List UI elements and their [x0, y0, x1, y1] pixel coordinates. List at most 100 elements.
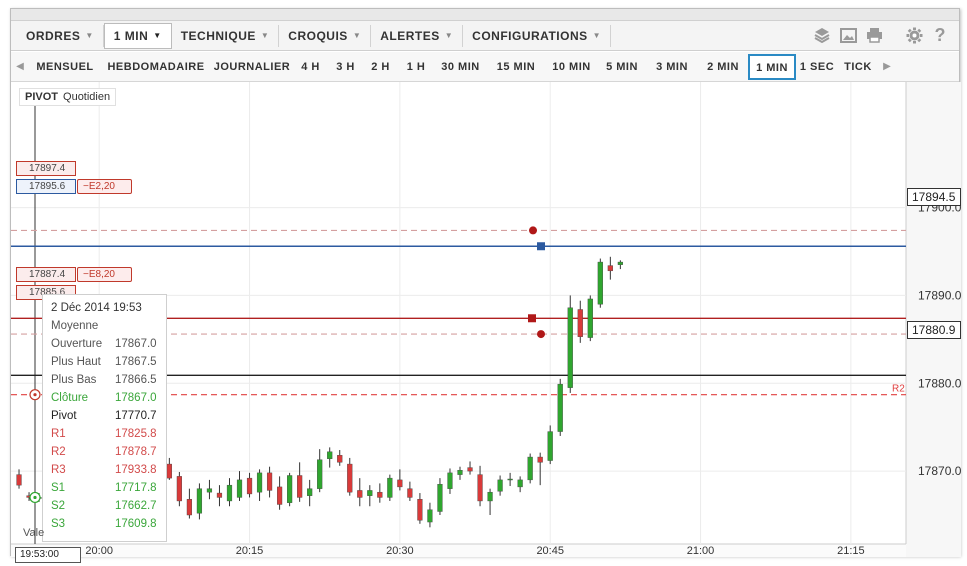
x-tick-label: 20:15: [236, 545, 264, 557]
scroll-left-icon[interactable]: ◀: [11, 52, 29, 81]
candle-down: [577, 309, 583, 337]
candle-down: [347, 463, 353, 493]
menu-label: TECHNIQUE: [180, 28, 256, 43]
candle-up: [256, 472, 263, 493]
level-tag-current[interactable]: 17895.6: [16, 179, 76, 194]
x-tick-label: 20:30: [386, 545, 414, 557]
x-tick-label: 21:15: [837, 545, 865, 557]
candle-up: [457, 470, 463, 475]
pivot-period: Quotidien: [63, 91, 111, 103]
candle-up: [617, 261, 623, 265]
entry-marker: [537, 242, 545, 251]
value-label: Vale: [23, 527, 45, 539]
candle-up: [507, 478, 513, 481]
timeframe-10-min[interactable]: 10 MIN: [545, 54, 598, 80]
timeframe-mensuel[interactable]: MENSUEL: [29, 54, 101, 80]
candle-down: [337, 455, 343, 463]
pivot-marker-close-dot: [33, 495, 37, 500]
chart-area[interactable]: 17900.0 17890.0 17880.0 17870.0 20:00 20:15 20…: [11, 82, 962, 563]
info-row-clôture: Clôture 17867.0: [51, 389, 166, 407]
candle-up: [487, 491, 493, 502]
candle-down: [467, 467, 473, 472]
candle-down: [397, 479, 403, 488]
info-key: Plus Haut: [51, 356, 101, 368]
chevron-down-icon: ▼: [85, 30, 94, 40]
pivot-name: PIVOT: [25, 91, 59, 103]
candle-up: [517, 479, 523, 488]
candle-up: [567, 307, 573, 388]
info-row-r1: R1 17825.8: [51, 425, 166, 443]
chevron-down-icon: ▼: [444, 30, 454, 40]
timeframe-3-h[interactable]: 3 H: [328, 54, 363, 80]
candle-info-panel: 2 Déc 2014 19:53 Moyenne Ouverture 17867.…: [42, 294, 167, 542]
menu-croquis[interactable]: CROQUIS ▼: [279, 24, 372, 47]
order-tag-current[interactable]: −E2,20: [77, 179, 132, 194]
level-tag-mid[interactable]: 17887.4: [16, 267, 76, 282]
timeframe-2-h[interactable]: 2 H: [363, 54, 398, 80]
timeframe-bar: ◀ MENSUEL HEBDOMADAIRE JOURNALIER 4 H3 H2 H…: [11, 52, 959, 82]
candle-down: [417, 499, 423, 521]
info-value: 17866.5: [115, 374, 157, 386]
info-key: Pivot: [51, 410, 77, 422]
info-value: 17867.0: [115, 392, 157, 404]
chevron-down-icon: ▼: [592, 30, 602, 40]
candle-down: [186, 499, 192, 516]
info-row-s1: S1 17717.8: [51, 479, 166, 497]
candle-down: [537, 456, 543, 463]
menu-1-min[interactable]: 1 MIN ▼: [103, 22, 172, 49]
timeframe-30-min[interactable]: 30 MIN: [434, 54, 487, 80]
candle-up: [307, 488, 313, 496]
last-price-label: 17894.5: [907, 188, 961, 206]
candle-down: [246, 477, 253, 495]
scroll-right-icon[interactable]: ▶: [878, 52, 896, 81]
timeframe-3-min[interactable]: 3 MIN: [646, 54, 698, 80]
timeframe-1-h[interactable]: 1 H: [398, 54, 434, 80]
candle-down: [377, 491, 383, 498]
timeframe-2-min[interactable]: 2 MIN: [698, 54, 748, 80]
timeframe-15-min[interactable]: 15 MIN: [487, 54, 545, 80]
candle-up: [196, 488, 203, 514]
layers-icon[interactable]: [813, 25, 831, 45]
timeframe-tick[interactable]: TICK: [838, 54, 878, 80]
info-value: 17867.5: [115, 356, 157, 368]
menu-ordres[interactable]: ORDRES ▼: [17, 24, 104, 47]
info-value: 17878.7: [115, 446, 157, 458]
pivot-indicator-label[interactable]: PIVOT Quotidien: [19, 88, 117, 106]
candle-up: [236, 479, 243, 498]
print-icon[interactable]: [865, 25, 883, 45]
candle-up: [226, 484, 233, 502]
timeframe-hebdomadaire[interactable]: HEBDOMADAIRE: [101, 54, 211, 80]
candle-up: [367, 490, 373, 496]
info-key: Clôture: [51, 392, 89, 404]
info-row-plus-bas: Plus Bas 17866.5: [51, 371, 166, 389]
info-key: R2: [51, 446, 66, 458]
pivot-marker-r2-dot: [33, 393, 37, 397]
help-icon[interactable]: ?: [931, 25, 949, 45]
info-value: 17933.8: [115, 464, 157, 476]
chevron-down-icon: ▼: [153, 30, 162, 40]
info-value: 17867.0: [115, 338, 157, 350]
candle-down: [166, 463, 172, 479]
x-tick-label: 20:45: [536, 545, 564, 557]
menu-label: CONFIGURATIONS: [472, 28, 588, 43]
timeframe-1-min[interactable]: 1 MIN: [748, 53, 796, 80]
timeframe-4-h[interactable]: 4 H: [293, 54, 328, 80]
order-tag-mid[interactable]: −E8,20: [77, 267, 132, 282]
menu-technique[interactable]: TECHNIQUE ▼: [172, 24, 280, 47]
info-value: 17825.8: [115, 428, 157, 440]
candle-down: [277, 486, 283, 505]
info-row-pivot: Pivot 17770.7: [51, 407, 166, 425]
candle-up: [447, 472, 453, 489]
level-tag-dash-top[interactable]: 17897.4: [16, 161, 76, 176]
timeframe-5-min[interactable]: 5 MIN: [598, 54, 646, 80]
candle-up: [527, 456, 533, 481]
gear-icon[interactable]: [905, 25, 923, 45]
x-axis-panel: [11, 544, 906, 557]
chevron-down-icon: ▼: [260, 30, 270, 40]
image-icon[interactable]: [839, 25, 857, 45]
menu-alertes[interactable]: ALERTES ▼: [371, 24, 464, 47]
menu-configurations[interactable]: CONFIGURATIONS ▼: [463, 24, 612, 47]
timeframe-1-sec[interactable]: 1 SEC: [796, 54, 838, 80]
timeframe-journalier[interactable]: JOURNALIER: [211, 54, 293, 80]
candle-up: [387, 477, 393, 498]
